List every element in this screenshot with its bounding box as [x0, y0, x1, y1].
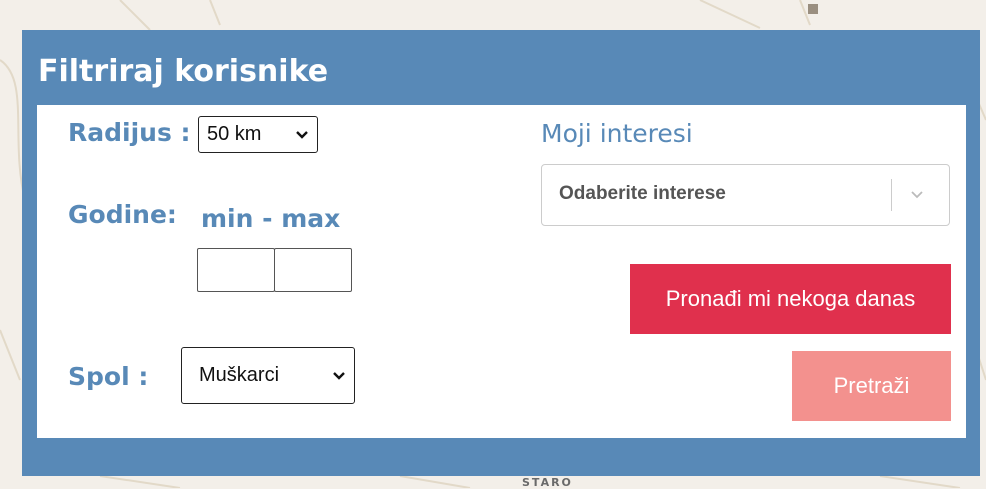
radius-select-value: 50 km: [207, 123, 262, 145]
age-label: Godine:: [68, 200, 177, 229]
radius-select[interactable]: 50 km: [198, 116, 318, 153]
filter-form: Radijus : 50 km Godine: min - max Spol :…: [37, 105, 966, 438]
chevron-down-icon: [911, 191, 923, 199]
min-age-input[interactable]: [197, 248, 275, 292]
chevron-down-icon: [333, 371, 345, 380]
map-street-label: STARO: [522, 476, 573, 489]
panel-title: Filtriraj korisnike: [38, 54, 329, 89]
interests-select[interactable]: Odaberite interese: [541, 164, 950, 226]
max-age-input[interactable]: [274, 248, 352, 292]
find-someone-button[interactable]: Pronađi mi nekoga danas: [630, 264, 951, 334]
search-button[interactable]: Pretraži: [792, 351, 951, 421]
gender-select-value: Muškarci: [199, 364, 280, 386]
gender-label: Spol :: [68, 362, 149, 391]
gender-select[interactable]: Muškarci: [181, 347, 355, 404]
filter-panel: Filtriraj korisnike Radijus : 50 km Godi…: [22, 30, 980, 476]
interests-placeholder: Odaberite interese: [559, 183, 726, 204]
chevron-down-icon: [296, 130, 308, 139]
select-separator: [891, 179, 892, 211]
age-range-hint: min - max: [201, 204, 341, 233]
radius-label: Radijus :: [68, 118, 191, 147]
interests-label: Moji interesi: [541, 119, 693, 148]
